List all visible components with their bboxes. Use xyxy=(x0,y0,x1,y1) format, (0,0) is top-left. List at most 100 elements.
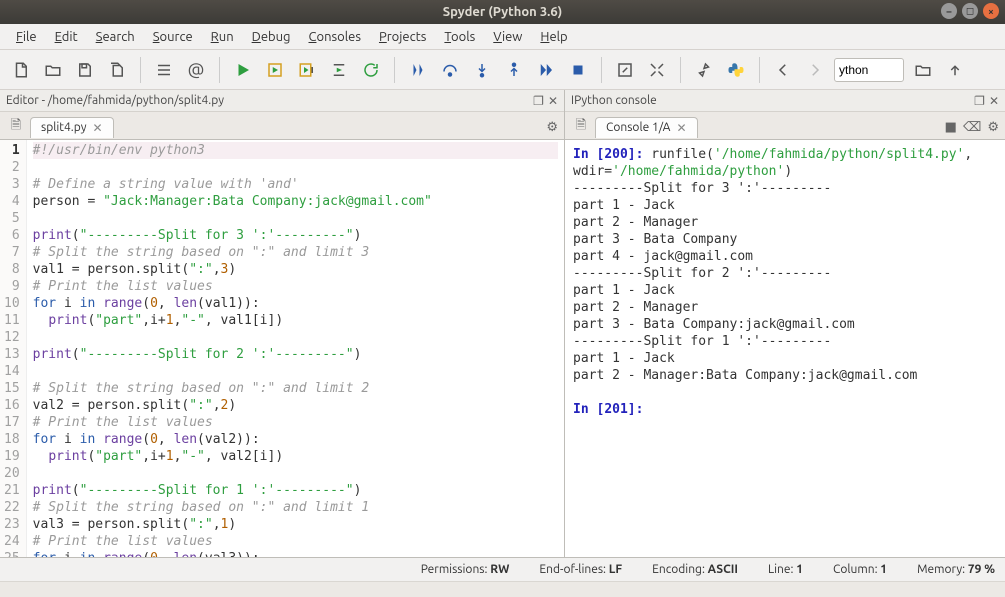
status-eol: End-of-lines: LF xyxy=(539,563,622,576)
menu-view[interactable]: View xyxy=(485,27,530,47)
editor-tab-close-icon[interactable]: ✕ xyxy=(93,121,103,135)
code-line[interactable]: print("part",i+1,"-", val2[i]) xyxy=(33,448,558,465)
console-tab-list-icon[interactable]: 🗎 xyxy=(571,116,591,138)
toolbar: @ xyxy=(0,50,1005,90)
menu-tools[interactable]: Tools xyxy=(436,27,483,47)
maximize-pane-icon[interactable] xyxy=(612,57,638,83)
editor-tab-label: split4.py xyxy=(41,121,87,134)
window-controls: – ◻ × xyxy=(941,3,999,19)
code-line[interactable] xyxy=(33,210,558,227)
editor-options-icon[interactable]: ⚙ xyxy=(546,120,558,135)
menu-help[interactable]: Help xyxy=(532,27,575,47)
forward-icon[interactable] xyxy=(802,57,828,83)
console-pane-header: IPython console ❐ ✕ xyxy=(565,90,1005,112)
code-line[interactable] xyxy=(33,159,558,176)
step-out-icon[interactable] xyxy=(501,57,527,83)
statusbar: Permissions: RW End-of-lines: LF Encodin… xyxy=(0,557,1005,581)
console-tab[interactable]: Console 1/A ✕ xyxy=(595,117,698,138)
minimize-button[interactable]: – xyxy=(941,3,957,19)
status-column: Column: 1 xyxy=(833,563,887,576)
console-close-pane-icon[interactable]: ✕ xyxy=(989,94,999,108)
code-line[interactable]: for i in range(0, len(val2)): xyxy=(33,431,558,448)
status-line: Line: 1 xyxy=(768,563,803,576)
fullscreen-icon[interactable] xyxy=(644,57,670,83)
menu-consoles[interactable]: Consoles xyxy=(301,27,369,47)
back-icon[interactable] xyxy=(770,57,796,83)
code-line[interactable]: print("---------Split for 1 ':'---------… xyxy=(33,482,558,499)
run-selection-icon[interactable] xyxy=(326,57,352,83)
code-line[interactable]: # Print the list values xyxy=(33,414,558,431)
code-line[interactable] xyxy=(33,465,558,482)
menubar: FileEditSearchSourceRunDebugConsolesProj… xyxy=(0,24,1005,50)
console-tab-close-icon[interactable]: ✕ xyxy=(676,121,686,135)
code-line[interactable]: #!/usr/bin/env python3 xyxy=(33,142,558,159)
run-cell-icon[interactable] xyxy=(262,57,288,83)
code-line[interactable]: # Print the list values xyxy=(33,278,558,295)
code-line[interactable]: print("---------Split for 2 ':'---------… xyxy=(33,346,558,363)
preferences-icon[interactable] xyxy=(691,57,717,83)
code-line[interactable]: # Split the string based on ":" and limi… xyxy=(33,244,558,261)
status-encoding: Encoding: ASCII xyxy=(652,563,738,576)
menu-source[interactable]: Source xyxy=(145,27,201,47)
run-cell-advance-icon[interactable] xyxy=(294,57,320,83)
step-in-icon[interactable] xyxy=(469,57,495,83)
window-title: Spyder (Python 3.6) xyxy=(443,5,562,19)
code-line[interactable]: for i in range(0, len(val1)): xyxy=(33,295,558,312)
console-body[interactable]: In [200]: runfile('/home/fahmida/python/… xyxy=(565,140,1005,557)
status-memory: Memory: 79 % xyxy=(917,563,995,576)
save-all-icon[interactable] xyxy=(104,57,130,83)
code-line[interactable] xyxy=(33,329,558,346)
at-icon[interactable]: @ xyxy=(183,57,209,83)
code-line[interactable]: # Split the string based on ":" and limi… xyxy=(33,499,558,516)
titlebar: Spyder (Python 3.6) – ◻ × xyxy=(0,0,1005,24)
editor-tab[interactable]: split4.py ✕ xyxy=(30,117,114,138)
code-line[interactable]: # Define a string value with 'and' xyxy=(33,176,558,193)
console-tab-label: Console 1/A xyxy=(606,121,670,134)
editor-pane-header: Editor - /home/fahmida/python/split4.py … xyxy=(0,90,564,112)
console-undock-icon[interactable]: ❐ xyxy=(974,94,985,108)
debug-icon[interactable] xyxy=(405,57,431,83)
editor-pane-title: Editor - /home/fahmida/python/split4.py xyxy=(6,94,224,107)
code-line[interactable]: print("part",i+1,"-", val1[i]) xyxy=(33,312,558,329)
stop-debug-icon[interactable] xyxy=(565,57,591,83)
menu-file[interactable]: File xyxy=(8,27,45,47)
console-stop-icon[interactable]: ■ xyxy=(945,120,957,135)
code-line[interactable] xyxy=(33,363,558,380)
maximize-button[interactable]: ◻ xyxy=(962,3,978,19)
editor-body[interactable]: 1234567891011121314151617181920212223242… xyxy=(0,140,564,557)
menu-projects[interactable]: Projects xyxy=(371,27,434,47)
menu-search[interactable]: Search xyxy=(88,27,143,47)
console-pane-title: IPython console xyxy=(571,94,657,107)
code-line[interactable]: person = "Jack:Manager:Bata Company:jack… xyxy=(33,193,558,210)
editor-tab-list-icon[interactable]: 🗎 xyxy=(6,116,26,138)
open-file-icon[interactable] xyxy=(40,57,66,83)
menu-run[interactable]: Run xyxy=(203,27,242,47)
new-file-icon[interactable] xyxy=(8,57,34,83)
menu-edit[interactable]: Edit xyxy=(47,27,86,47)
outline-icon[interactable] xyxy=(151,57,177,83)
layout-combo[interactable] xyxy=(834,58,904,82)
continue-icon[interactable] xyxy=(533,57,559,83)
step-over-icon[interactable] xyxy=(437,57,463,83)
cwd-browse-icon[interactable] xyxy=(910,57,936,83)
code-line[interactable]: print("---------Split for 3 ':'---------… xyxy=(33,227,558,244)
parent-dir-icon[interactable] xyxy=(942,57,968,83)
python-path-icon[interactable] xyxy=(723,57,749,83)
console-options-icon[interactable]: ⚙ xyxy=(987,120,999,135)
console-clear-icon[interactable]: ⌫ xyxy=(963,120,981,135)
menu-debug[interactable]: Debug xyxy=(244,27,299,47)
run-icon[interactable] xyxy=(230,57,256,83)
save-icon[interactable] xyxy=(72,57,98,83)
code-line[interactable]: # Print the list values xyxy=(33,533,558,550)
editor-close-pane-icon[interactable]: ✕ xyxy=(548,94,558,108)
editor-undock-icon[interactable]: ❐ xyxy=(533,94,544,108)
code-line[interactable]: for i in range(0, len(val3)): xyxy=(33,550,558,557)
close-button[interactable]: × xyxy=(983,3,999,19)
console-tabbar: 🗎 Console 1/A ✕ ■ ⌫ ⚙ xyxy=(565,112,1005,140)
code-line[interactable]: val1 = person.split(":",3) xyxy=(33,261,558,278)
code-line[interactable]: # Split the string based on ":" and limi… xyxy=(33,380,558,397)
editor-pane: Editor - /home/fahmida/python/split4.py … xyxy=(0,90,565,557)
rerun-icon[interactable] xyxy=(358,57,384,83)
code-line[interactable]: val2 = person.split(":",2) xyxy=(33,397,558,414)
code-line[interactable]: val3 = person.split(":",1) xyxy=(33,516,558,533)
